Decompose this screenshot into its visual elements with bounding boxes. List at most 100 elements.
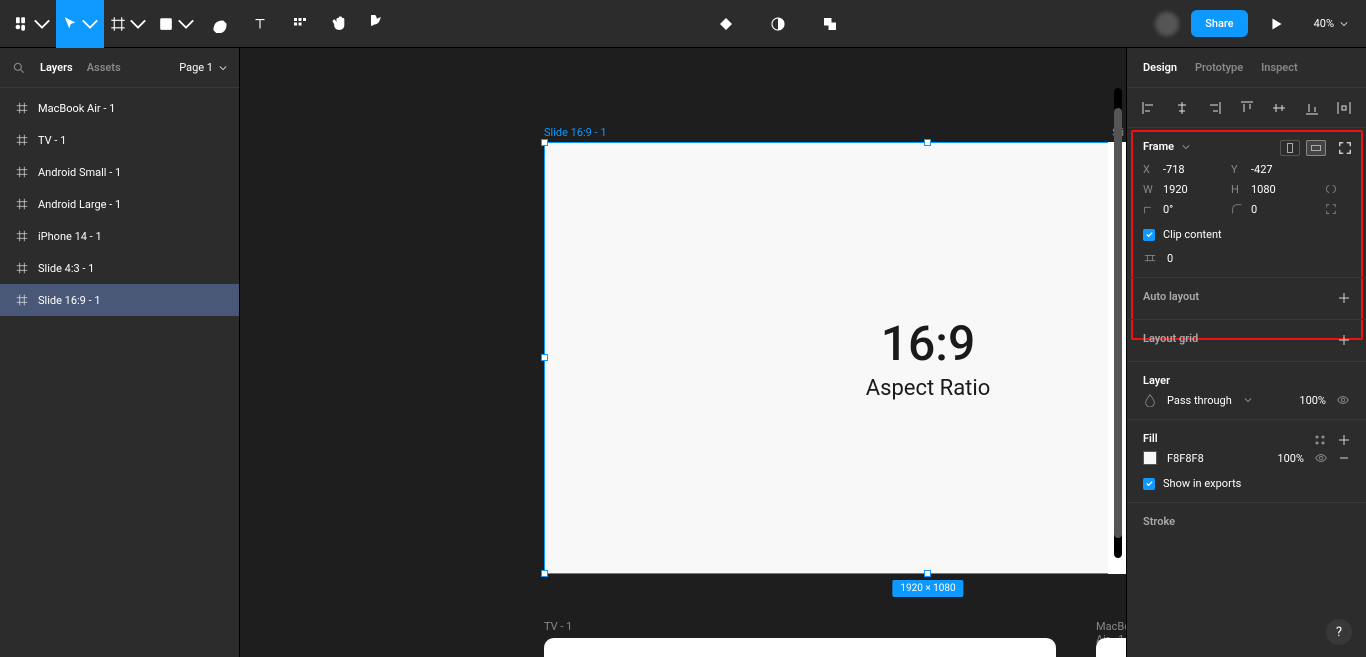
constrain-icon[interactable]	[1324, 182, 1338, 196]
stroke-section[interactable]: Stroke	[1127, 503, 1366, 544]
fill-hex-input[interactable]: F8F8F8	[1167, 452, 1204, 465]
shape-tool[interactable]	[152, 0, 200, 48]
comment-tool[interactable]	[360, 0, 400, 48]
design-panel: Design Prototype Inspect Frame	[1126, 48, 1366, 657]
mask-icon[interactable]	[762, 0, 794, 48]
frame-icon	[16, 198, 28, 210]
present-button[interactable]	[1260, 0, 1292, 48]
align-bottom-icon[interactable]	[1304, 100, 1320, 116]
padding-input[interactable]: 0	[1167, 252, 1173, 265]
assets-tab[interactable]: Assets	[87, 61, 121, 74]
frame-tool[interactable]	[104, 0, 152, 48]
visibility-icon[interactable]	[1336, 393, 1350, 407]
align-top-icon[interactable]	[1239, 100, 1255, 116]
fill-opacity-input[interactable]: 100%	[1277, 452, 1304, 465]
h-input[interactable]: 1080	[1251, 183, 1311, 196]
help-button[interactable]: ?	[1326, 619, 1352, 645]
layer-name: Android Small - 1	[38, 166, 121, 179]
boolean-icon[interactable]	[814, 0, 846, 48]
add-auto-layout-icon[interactable]	[1338, 292, 1350, 304]
canvas[interactable]: Slide 16:9 - 1 16:9 Aspect Ratio 1920 × …	[240, 48, 1126, 657]
align-right-icon[interactable]	[1206, 100, 1222, 116]
w-input[interactable]: 1920	[1163, 183, 1223, 196]
frame-heading: 16:9	[866, 315, 991, 372]
layer-name: Android Large - 1	[38, 198, 121, 211]
independent-corners-icon[interactable]	[1324, 202, 1338, 216]
add-grid-icon[interactable]	[1338, 334, 1350, 346]
layer-row[interactable]: Android Small - 1	[0, 156, 239, 188]
frame-section: Frame X-718 Y-427 W1920 H1080 0° 0	[1127, 128, 1366, 278]
resize-handle[interactable]	[924, 570, 931, 577]
padding-icon	[1143, 251, 1157, 265]
align-hcenter-icon[interactable]	[1174, 100, 1190, 116]
design-tab[interactable]: Design	[1143, 61, 1177, 74]
frame-icon	[16, 262, 28, 274]
resources-tool[interactable]	[280, 0, 320, 48]
dimensions-badge: 1920 × 1080	[892, 580, 963, 597]
frame-icon	[16, 134, 28, 146]
style-icon[interactable]	[1314, 434, 1326, 446]
layout-grid-section[interactable]: Layout grid	[1127, 320, 1366, 362]
fill-visibility-icon[interactable]	[1314, 451, 1328, 465]
remove-fill-icon[interactable]	[1338, 452, 1350, 464]
resize-handle[interactable]	[924, 139, 931, 146]
x-input[interactable]: -718	[1163, 163, 1223, 176]
text-tool[interactable]	[240, 0, 280, 48]
resize-handle[interactable]	[541, 139, 548, 146]
user-avatar[interactable]	[1155, 12, 1179, 36]
distribute-icon[interactable]	[1336, 100, 1352, 116]
zoom-select[interactable]: 40%	[1304, 17, 1358, 30]
layer-row[interactable]: Android Large - 1	[0, 188, 239, 220]
blend-icon	[1143, 393, 1157, 407]
move-tool[interactable]	[56, 0, 104, 48]
component-icon[interactable]	[710, 0, 742, 48]
prototype-tab[interactable]: Prototype	[1195, 61, 1243, 74]
frame-icon	[16, 102, 28, 114]
rotation-icon	[1142, 202, 1156, 216]
blend-mode-select[interactable]: Pass through	[1167, 394, 1232, 407]
show-in-exports-checkbox[interactable]	[1143, 478, 1155, 490]
resize-handle[interactable]	[541, 354, 548, 361]
layers-tab[interactable]: Layers	[40, 61, 73, 74]
fill-section: Fill F8F8F8 100% Show in exports	[1127, 420, 1366, 503]
layer-row[interactable]: iPhone 14 - 1	[0, 220, 239, 252]
rotation-input[interactable]: 0°	[1163, 203, 1223, 216]
v-scrollbar-thumb[interactable]	[1114, 108, 1122, 538]
radius-input[interactable]: 0	[1251, 203, 1311, 216]
frame-tv[interactable]	[544, 638, 1056, 657]
add-fill-icon[interactable]	[1338, 434, 1350, 446]
page-select[interactable]: Page 1	[179, 61, 227, 74]
inspect-tab[interactable]: Inspect	[1261, 61, 1298, 74]
fit-icon[interactable]	[1338, 141, 1352, 155]
share-button[interactable]: Share	[1191, 10, 1247, 37]
layers-panel: Layers Assets Page 1 MacBook Air - 1TV -…	[0, 48, 240, 657]
layer-row[interactable]: TV - 1	[0, 124, 239, 156]
auto-layout-section[interactable]: Auto layout	[1127, 278, 1366, 320]
landscape-button[interactable]	[1306, 140, 1326, 156]
hand-tool[interactable]	[320, 0, 360, 48]
selected-frame[interactable]: 16:9 Aspect Ratio 1920 × 1080	[544, 142, 1126, 574]
selected-frame-label[interactable]: Slide 16:9 - 1	[544, 126, 607, 139]
frame-label-tv[interactable]: TV - 1	[544, 620, 572, 633]
resize-handle[interactable]	[541, 570, 548, 577]
layer-row[interactable]: MacBook Air - 1	[0, 92, 239, 124]
fill-swatch[interactable]	[1143, 451, 1157, 465]
frame-icon	[16, 230, 28, 242]
frame-mac[interactable]	[1096, 638, 1126, 657]
search-icon[interactable]	[12, 61, 26, 75]
y-input[interactable]: -427	[1251, 163, 1311, 176]
portrait-button[interactable]	[1280, 140, 1300, 156]
clip-content-checkbox[interactable]	[1143, 229, 1155, 241]
align-left-icon[interactable]	[1141, 100, 1157, 116]
show-in-exports-label: Show in exports	[1163, 477, 1241, 490]
v-scrollbar-track[interactable]	[1114, 88, 1122, 558]
main-menu-button[interactable]	[8, 0, 56, 48]
pen-tool[interactable]	[200, 0, 240, 48]
opacity-input[interactable]: 100%	[1299, 394, 1326, 407]
align-controls	[1127, 88, 1366, 128]
clip-content-label: Clip content	[1163, 228, 1222, 241]
layer-row[interactable]: Slide 16:9 - 1	[0, 284, 239, 316]
align-vcenter-icon[interactable]	[1271, 100, 1287, 116]
layer-row[interactable]: Slide 4:3 - 1	[0, 252, 239, 284]
layer-name: Slide 4:3 - 1	[38, 262, 94, 275]
